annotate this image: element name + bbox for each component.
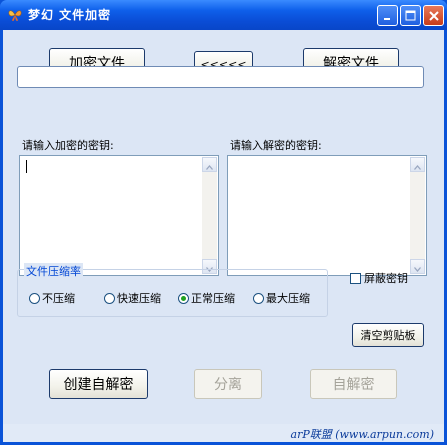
hide-key-label: 屏蔽密钥 [364, 272, 408, 285]
close-button[interactable] [423, 5, 444, 26]
self-decrypt-button[interactable]: 自解密 [310, 369, 397, 399]
radio-circle [104, 292, 115, 304]
hide-key-checkbox[interactable]: 屏蔽密钥 [350, 270, 408, 286]
minimize-icon [383, 6, 392, 25]
radio-selected-dot [181, 295, 186, 301]
scroll-up-arrow[interactable] [410, 157, 425, 172]
radio-label: 最大压缩 [266, 292, 310, 305]
text-cursor [26, 160, 27, 173]
radio-fast-compression[interactable]: 快速压缩 [104, 290, 161, 306]
minimize-button[interactable] [377, 5, 398, 26]
create-self-decrypt-button[interactable]: 创建自解密 [49, 369, 148, 399]
split-button[interactable]: 分离 [194, 369, 262, 399]
radio-circle [253, 292, 264, 304]
title-bar[interactable]: 梦幻 文件加密 [0, 0, 447, 30]
chevron-up-icon [206, 155, 213, 174]
radio-label: 不压缩 [42, 292, 75, 305]
radio-label: 快速压缩 [117, 292, 161, 305]
encrypt-key-input[interactable] [19, 155, 219, 276]
app-window: 梦幻 文件加密 加密文件 <<<<< 解密文件 请输入加密的密钥: 请输入解密的… [0, 0, 447, 445]
status-watermark: arP联盟 (www.arpun.com) [290, 428, 434, 441]
scroll-up-arrow[interactable] [202, 157, 217, 172]
radio-no-compression[interactable]: 不压缩 [29, 290, 75, 306]
radio-label: 正常压缩 [191, 292, 235, 305]
maximize-button[interactable] [400, 5, 421, 26]
decrypt-key-label: 请输入解密的密钥: [230, 139, 322, 152]
radio-max-compression[interactable]: 最大压缩 [253, 290, 310, 306]
chevron-down-icon [414, 257, 421, 276]
maximize-icon [405, 6, 416, 25]
clear-clipboard-button[interactable]: 清空剪贴板 [352, 323, 424, 347]
radio-circle [29, 292, 40, 304]
decrypt-key-scrollbar[interactable] [410, 157, 425, 274]
decrypt-key-input[interactable] [227, 155, 427, 276]
compression-group-title: 文件压缩率 [24, 263, 83, 279]
window-title: 梦幻 文件加密 [28, 8, 112, 22]
butterfly-icon [7, 7, 23, 23]
encrypt-key-label: 请输入加密的密钥: [22, 139, 114, 152]
checkbox-box [350, 272, 361, 284]
encrypt-key-scrollbar[interactable] [202, 157, 217, 274]
progress-bar [17, 66, 424, 88]
radio-circle-selected [178, 292, 189, 304]
scroll-down-arrow[interactable] [410, 259, 425, 274]
close-icon [428, 6, 439, 25]
chevron-up-icon [414, 155, 421, 174]
radio-normal-compression[interactable]: 正常压缩 [178, 290, 235, 306]
status-bar: arP联盟 (www.arpun.com) [3, 424, 444, 442]
